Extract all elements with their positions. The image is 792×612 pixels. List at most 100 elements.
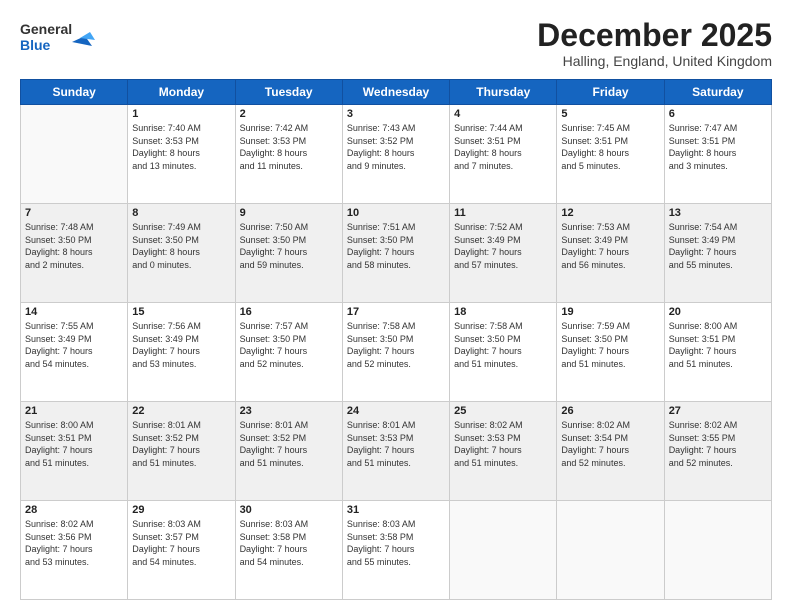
table-row: 18 Sunrise: 7:58 AM Sunset: 3:50 PM Dayli… — [450, 303, 557, 402]
table-row: 8 Sunrise: 7:49 AM Sunset: 3:50 PM Daylig… — [128, 204, 235, 303]
day-info: Sunrise: 8:03 AM Sunset: 3:57 PM Dayligh… — [132, 518, 230, 568]
day-info: Sunrise: 7:47 AM Sunset: 3:51 PM Dayligh… — [669, 122, 767, 172]
calendar-header-row: Sunday Monday Tuesday Wednesday Thursday… — [21, 80, 772, 105]
table-row: 26 Sunrise: 8:02 AM Sunset: 3:54 PM Dayli… — [557, 402, 664, 501]
table-row — [664, 501, 771, 600]
day-number: 6 — [669, 108, 767, 120]
header: General Blue December 2025 Halling, Engl… — [20, 18, 772, 69]
day-number: 11 — [454, 207, 552, 219]
table-row: 28 Sunrise: 8:02 AM Sunset: 3:56 PM Dayli… — [21, 501, 128, 600]
day-info: Sunrise: 7:57 AM Sunset: 3:50 PM Dayligh… — [240, 320, 338, 370]
day-number: 24 — [347, 405, 445, 417]
calendar-week-row: 14 Sunrise: 7:55 AM Sunset: 3:49 PM Dayli… — [21, 303, 772, 402]
day-info: Sunrise: 7:49 AM Sunset: 3:50 PM Dayligh… — [132, 221, 230, 271]
table-row: 23 Sunrise: 8:01 AM Sunset: 3:52 PM Dayli… — [235, 402, 342, 501]
month-title: December 2025 — [537, 18, 772, 53]
day-number: 29 — [132, 504, 230, 516]
day-info: Sunrise: 7:59 AM Sunset: 3:50 PM Dayligh… — [561, 320, 659, 370]
day-number: 17 — [347, 306, 445, 318]
day-info: Sunrise: 7:58 AM Sunset: 3:50 PM Dayligh… — [347, 320, 445, 370]
col-tuesday: Tuesday — [235, 80, 342, 105]
table-row: 9 Sunrise: 7:50 AM Sunset: 3:50 PM Daylig… — [235, 204, 342, 303]
col-friday: Friday — [557, 80, 664, 105]
day-info: Sunrise: 7:54 AM Sunset: 3:49 PM Dayligh… — [669, 221, 767, 271]
table-row: 22Sunrise: 8:01 AM Sunset: 3:52 PM Dayli… — [128, 402, 235, 501]
day-info: Sunrise: 7:55 AM Sunset: 3:49 PM Dayligh… — [25, 320, 123, 370]
day-info: Sunrise: 7:53 AM Sunset: 3:49 PM Dayligh… — [561, 221, 659, 271]
day-info: Sunrise: 8:00 AM Sunset: 3:51 PM Dayligh… — [669, 320, 767, 370]
col-thursday: Thursday — [450, 80, 557, 105]
day-info: Sunrise: 8:02 AM Sunset: 3:53 PM Dayligh… — [454, 419, 552, 469]
calendar-week-row: 7 Sunrise: 7:48 AM Sunset: 3:50 PM Daylig… — [21, 204, 772, 303]
day-number: 30 — [240, 504, 338, 516]
col-wednesday: Wednesday — [342, 80, 449, 105]
table-row: 30Sunrise: 8:03 AM Sunset: 3:58 PM Dayli… — [235, 501, 342, 600]
table-row — [450, 501, 557, 600]
day-info: Sunrise: 8:01 AM Sunset: 3:53 PM Dayligh… — [347, 419, 445, 469]
day-number: 13 — [669, 207, 767, 219]
day-number: 4 — [454, 108, 552, 120]
table-row: 20Sunrise: 8:00 AM Sunset: 3:51 PM Dayli… — [664, 303, 771, 402]
table-row: 11 Sunrise: 7:52 AM Sunset: 3:49 PM Dayli… — [450, 204, 557, 303]
day-number: 14 — [25, 306, 123, 318]
table-row: 3Sunrise: 7:43 AM Sunset: 3:52 PM Daylig… — [342, 105, 449, 204]
table-row: 31Sunrise: 8:03 AM Sunset: 3:58 PM Dayli… — [342, 501, 449, 600]
day-number: 12 — [561, 207, 659, 219]
day-info: Sunrise: 8:02 AM Sunset: 3:54 PM Dayligh… — [561, 419, 659, 469]
table-row: 19Sunrise: 7:59 AM Sunset: 3:50 PM Dayli… — [557, 303, 664, 402]
page: General Blue December 2025 Halling, Engl… — [0, 0, 792, 612]
day-number: 5 — [561, 108, 659, 120]
day-info: Sunrise: 7:42 AM Sunset: 3:53 PM Dayligh… — [240, 122, 338, 172]
table-row: 16Sunrise: 7:57 AM Sunset: 3:50 PM Dayli… — [235, 303, 342, 402]
day-number: 18 — [454, 306, 552, 318]
table-row: 24 Sunrise: 8:01 AM Sunset: 3:53 PM Dayli… — [342, 402, 449, 501]
day-info: Sunrise: 7:50 AM Sunset: 3:50 PM Dayligh… — [240, 221, 338, 271]
calendar-body: 1 Sunrise: 7:40 AM Sunset: 3:53 PM Daylig… — [21, 105, 772, 600]
day-number: 1 — [132, 108, 230, 120]
day-info: Sunrise: 7:58 AM Sunset: 3:50 PM Dayligh… — [454, 320, 552, 370]
day-number: 8 — [132, 207, 230, 219]
day-number: 27 — [669, 405, 767, 417]
calendar-week-row: 28 Sunrise: 8:02 AM Sunset: 3:56 PM Dayli… — [21, 501, 772, 600]
day-info: Sunrise: 8:01 AM Sunset: 3:52 PM Dayligh… — [132, 419, 230, 469]
day-number: 23 — [240, 405, 338, 417]
day-info: Sunrise: 7:48 AM Sunset: 3:50 PM Dayligh… — [25, 221, 123, 271]
logo: General Blue — [20, 18, 100, 56]
day-number: 21 — [25, 405, 123, 417]
table-row — [21, 105, 128, 204]
table-row: 21 Sunrise: 8:00 AM Sunset: 3:51 PM Dayli… — [21, 402, 128, 501]
day-number: 26 — [561, 405, 659, 417]
day-info: Sunrise: 8:00 AM Sunset: 3:51 PM Dayligh… — [25, 419, 123, 469]
title-area: December 2025 Halling, England, United K… — [537, 18, 772, 69]
day-info: Sunrise: 8:01 AM Sunset: 3:52 PM Dayligh… — [240, 419, 338, 469]
svg-text:General: General — [20, 21, 72, 37]
table-row: 5 Sunrise: 7:45 AM Sunset: 3:51 PM Daylig… — [557, 105, 664, 204]
day-info: Sunrise: 7:45 AM Sunset: 3:51 PM Dayligh… — [561, 122, 659, 172]
day-info: Sunrise: 7:52 AM Sunset: 3:49 PM Dayligh… — [454, 221, 552, 271]
calendar-week-row: 1 Sunrise: 7:40 AM Sunset: 3:53 PM Daylig… — [21, 105, 772, 204]
day-number: 9 — [240, 207, 338, 219]
table-row: 29 Sunrise: 8:03 AM Sunset: 3:57 PM Dayli… — [128, 501, 235, 600]
col-saturday: Saturday — [664, 80, 771, 105]
day-info: Sunrise: 7:51 AM Sunset: 3:50 PM Dayligh… — [347, 221, 445, 271]
table-row: 7 Sunrise: 7:48 AM Sunset: 3:50 PM Daylig… — [21, 204, 128, 303]
table-row: 2Sunrise: 7:42 AM Sunset: 3:53 PM Daylig… — [235, 105, 342, 204]
table-row: 4Sunrise: 7:44 AM Sunset: 3:51 PM Daylig… — [450, 105, 557, 204]
table-row: 17 Sunrise: 7:58 AM Sunset: 3:50 PM Dayli… — [342, 303, 449, 402]
day-info: Sunrise: 8:03 AM Sunset: 3:58 PM Dayligh… — [347, 518, 445, 568]
day-info: Sunrise: 8:02 AM Sunset: 3:56 PM Dayligh… — [25, 518, 123, 568]
table-row: 15 Sunrise: 7:56 AM Sunset: 3:49 PM Dayli… — [128, 303, 235, 402]
day-info: Sunrise: 7:56 AM Sunset: 3:49 PM Dayligh… — [132, 320, 230, 370]
day-number: 7 — [25, 207, 123, 219]
day-info: Sunrise: 8:02 AM Sunset: 3:55 PM Dayligh… — [669, 419, 767, 469]
table-row — [557, 501, 664, 600]
table-row: 10Sunrise: 7:51 AM Sunset: 3:50 PM Dayli… — [342, 204, 449, 303]
day-number: 15 — [132, 306, 230, 318]
calendar-table: Sunday Monday Tuesday Wednesday Thursday… — [20, 79, 772, 600]
table-row: 12 Sunrise: 7:53 AM Sunset: 3:49 PM Dayli… — [557, 204, 664, 303]
day-number: 3 — [347, 108, 445, 120]
day-number: 28 — [25, 504, 123, 516]
table-row: 1 Sunrise: 7:40 AM Sunset: 3:53 PM Daylig… — [128, 105, 235, 204]
table-row: 13 Sunrise: 7:54 AM Sunset: 3:49 PM Dayli… — [664, 204, 771, 303]
day-info: Sunrise: 7:40 AM Sunset: 3:53 PM Dayligh… — [132, 122, 230, 172]
